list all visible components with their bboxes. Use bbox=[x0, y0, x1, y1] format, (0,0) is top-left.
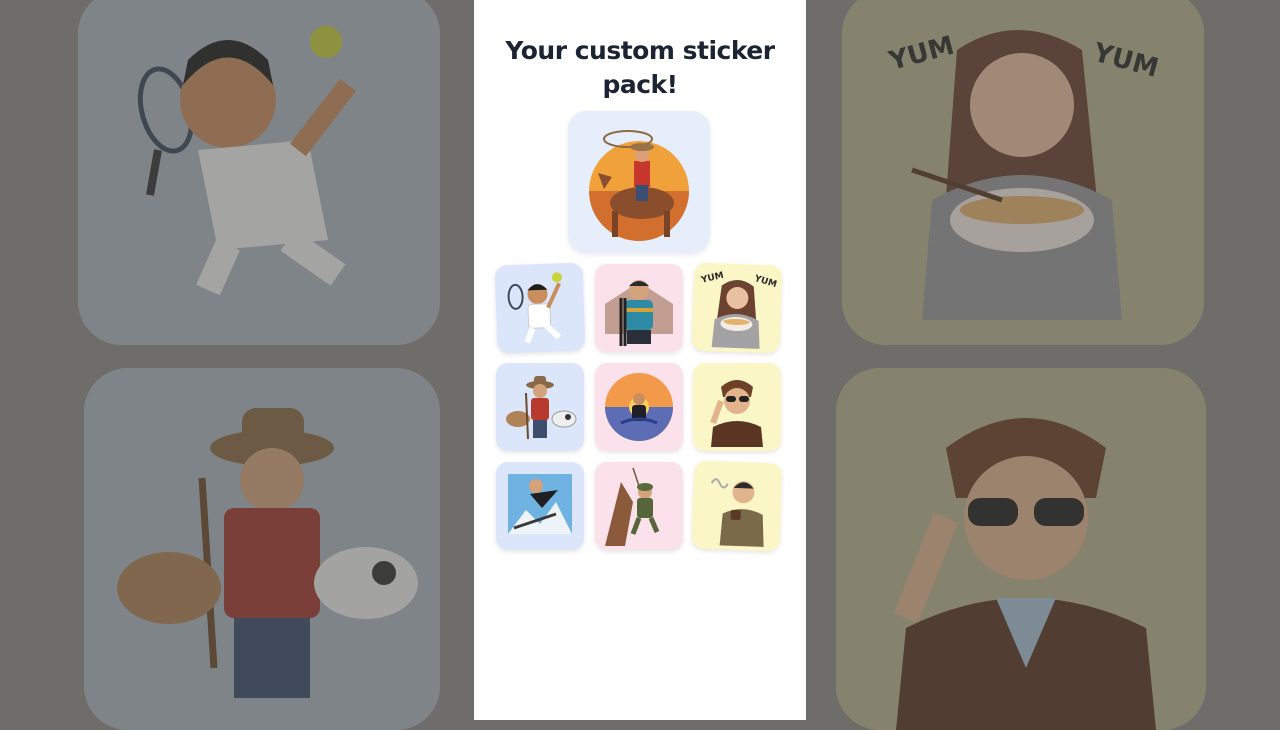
background-farmer-sticker bbox=[84, 368, 440, 730]
aviator-saluting-illustration bbox=[893, 418, 1156, 730]
sticker-surfer-sunset[interactable] bbox=[595, 363, 683, 451]
sticker-ski-jumper[interactable] bbox=[496, 462, 584, 550]
yum-text-left: YUM bbox=[885, 31, 957, 77]
sticker-girl-ramen[interactable]: YUM YUM bbox=[691, 262, 783, 354]
man-coffee-icon bbox=[710, 478, 764, 547]
page-title: Your custom sticker pack! bbox=[505, 36, 775, 99]
background-ramen-sticker: YUM YUM bbox=[842, 0, 1204, 345]
sticker-tennis-player[interactable] bbox=[494, 262, 586, 354]
farmer-with-cows-illustration bbox=[117, 408, 418, 698]
background-aviator-sticker bbox=[836, 368, 1206, 730]
background-tennis-sticker bbox=[78, 0, 440, 345]
tennis-player-illustration bbox=[137, 26, 356, 296]
girl-ramen-icon: YUM YUM bbox=[699, 271, 778, 349]
sticker-skier[interactable] bbox=[595, 264, 683, 352]
sticker-pack-screen: Your custom sticker pack! YUM YUM bbox=[474, 0, 806, 720]
yum-label-left: YUM bbox=[699, 271, 724, 286]
cowboy-on-horse-illustration bbox=[589, 130, 689, 241]
soldier-climbing-icon bbox=[605, 467, 660, 546]
tennis-player-icon bbox=[507, 272, 562, 344]
yum-label-right: YUM bbox=[752, 274, 778, 291]
ski-jumper-icon bbox=[508, 474, 572, 534]
sticker-farmer-cows[interactable] bbox=[496, 363, 584, 451]
farmer-cows-icon bbox=[506, 376, 577, 440]
surfer-sunset-icon bbox=[605, 373, 673, 441]
sticker-man-coffee[interactable] bbox=[691, 460, 783, 552]
sticker-soldier-climbing[interactable] bbox=[595, 462, 683, 550]
hero-sticker[interactable] bbox=[568, 111, 710, 253]
sticker-aviator[interactable] bbox=[693, 363, 781, 451]
skier-icon bbox=[605, 280, 673, 346]
girl-eating-ramen-illustration: YUM YUM bbox=[885, 30, 1162, 320]
aviator-icon bbox=[710, 380, 763, 447]
yum-text-right: YUM bbox=[1089, 38, 1161, 84]
